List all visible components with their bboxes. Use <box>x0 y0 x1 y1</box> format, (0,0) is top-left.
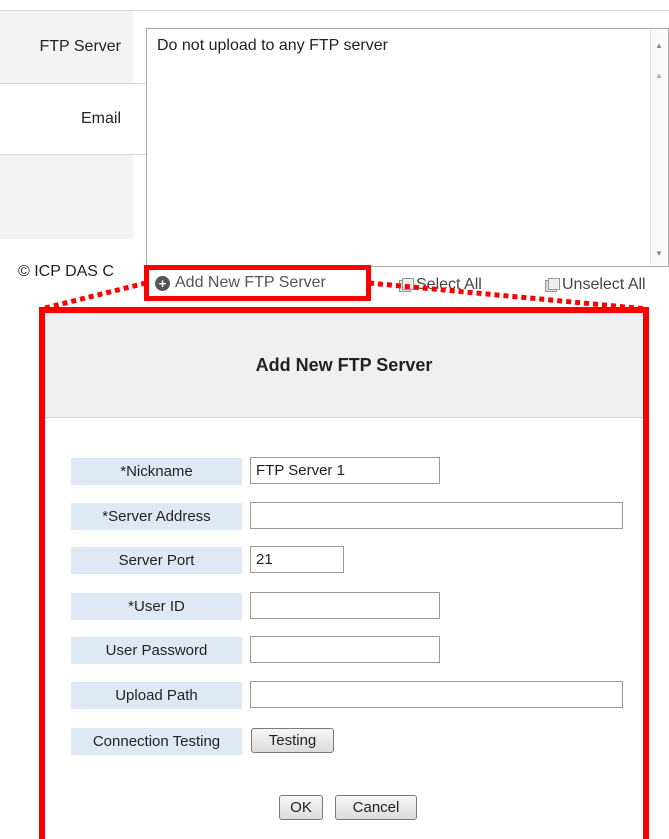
ftp-server-listbox[interactable]: Do not upload to any FTP server ▲ ▲ ▼ <box>146 28 669 267</box>
email-label: Email <box>80 110 121 127</box>
user-id-input[interactable] <box>250 592 440 619</box>
ok-button[interactable]: OK <box>279 795 323 820</box>
scroll-down-arrow-icon[interactable]: ▼ <box>655 249 663 258</box>
nickname-input[interactable] <box>250 457 440 484</box>
connection-testing-label: Connection Testing <box>71 728 242 755</box>
select-all-icon <box>399 278 414 292</box>
add-ftp-server-dialog: Add New FTP Server *Nickname *Server Add… <box>39 307 649 839</box>
dialog-title: Add New FTP Server <box>255 354 433 375</box>
select-all-label: Select All <box>416 276 482 293</box>
dialog-header: Add New FTP Server <box>45 313 643 418</box>
upload-path-input[interactable] <box>250 681 623 708</box>
user-id-label: *User ID <box>71 593 242 620</box>
cancel-button[interactable]: Cancel <box>335 795 417 820</box>
server-address-label: *Server Address <box>71 503 242 530</box>
unselect-all-label: Unselect All <box>562 276 646 293</box>
email-row-label: Email <box>0 84 133 154</box>
server-port-label: Server Port <box>71 547 242 574</box>
server-port-input[interactable] <box>250 546 344 573</box>
select-all-button[interactable]: Select All <box>399 276 482 294</box>
copyright-text: © ICP DAS C <box>18 263 114 280</box>
user-password-label: User Password <box>71 637 242 664</box>
plus-circle-icon: + <box>155 275 170 291</box>
empty-row-label <box>0 155 133 239</box>
add-new-ftp-server-label: Add New FTP Server <box>175 274 326 291</box>
zoom-line-left <box>40 280 147 312</box>
testing-button[interactable]: Testing <box>251 728 334 753</box>
ftp-server-row-label: FTP Server <box>0 11 133 83</box>
listbox-scrollbar[interactable]: ▲ ▲ ▼ <box>650 29 668 266</box>
server-address-input[interactable] <box>250 502 623 529</box>
upload-path-label: Upload Path <box>71 682 242 709</box>
ftp-server-label: FTP Server <box>39 38 122 55</box>
nickname-label: *Nickname <box>71 458 242 485</box>
user-password-input[interactable] <box>250 636 440 663</box>
unselect-all-icon <box>545 278 560 292</box>
unselect-all-button[interactable]: Unselect All <box>545 276 646 294</box>
add-new-ftp-server-button[interactable]: + Add New FTP Server <box>144 265 371 301</box>
scroll-up-arrow-icon[interactable]: ▲ <box>655 41 663 50</box>
scroll-thumb-arrow-icon: ▲ <box>655 71 663 80</box>
ftp-list-item[interactable]: Do not upload to any FTP server <box>157 37 388 55</box>
